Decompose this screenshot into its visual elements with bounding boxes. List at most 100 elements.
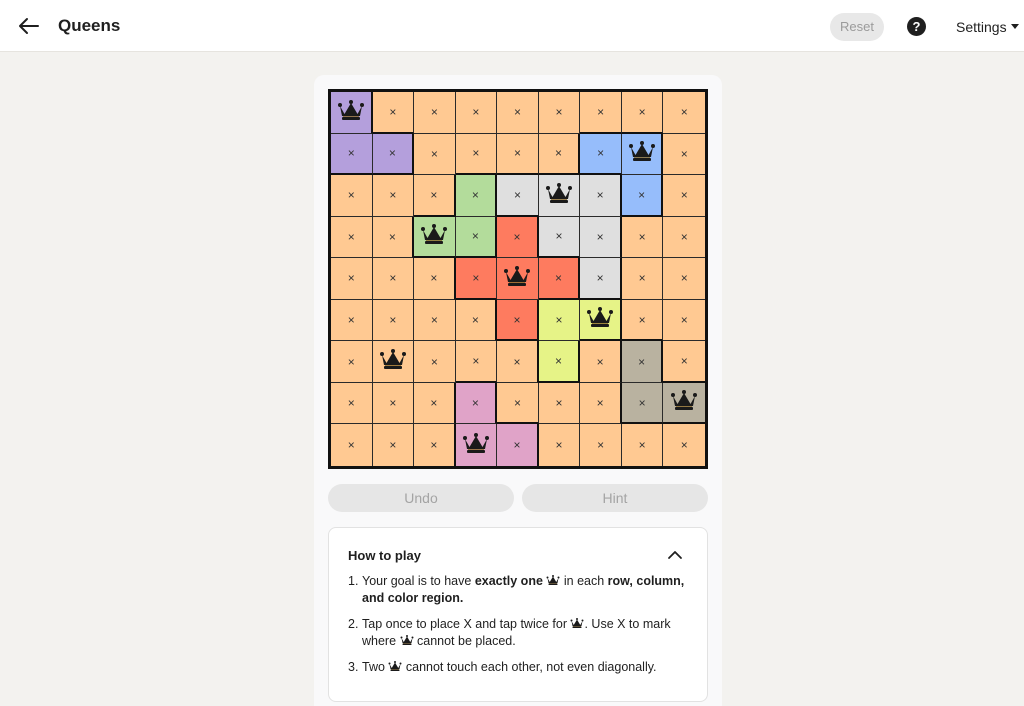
board-cell[interactable]: × [497,92,539,134]
x-mark: × [472,354,480,369]
board-cell[interactable]: × [497,299,539,342]
board-cell[interactable]: × [580,258,622,300]
board-cell[interactable]: × [455,216,498,259]
board-cell[interactable]: × [414,382,456,425]
board-cell[interactable] [621,133,664,176]
x-mark: × [555,396,563,411]
board-cell[interactable]: × [414,258,456,300]
board-cell[interactable]: × [372,299,415,342]
board-cell[interactable]: × [580,133,622,176]
board-cell[interactable] [331,92,373,134]
queen-icon [388,660,402,672]
board-cell[interactable]: × [580,341,622,383]
x-mark: × [430,438,438,453]
board-cell[interactable]: × [621,382,664,425]
board-cell[interactable]: × [621,341,664,383]
board-cell[interactable] [538,175,581,217]
board-cell[interactable]: × [414,175,456,217]
board-cell[interactable]: × [372,382,415,425]
board-cell[interactable]: × [372,133,415,176]
board-cell[interactable]: × [663,341,705,383]
board-cell[interactable]: × [497,382,539,425]
reset-button[interactable]: Reset [830,13,884,41]
board-cell[interactable]: × [455,299,498,342]
board-cell[interactable]: × [538,133,581,176]
board-cell[interactable]: × [497,216,539,259]
board-cell[interactable]: × [663,424,705,466]
board-cell[interactable]: × [663,258,705,300]
board-cell[interactable]: × [621,216,664,259]
board-cell[interactable]: × [331,133,373,176]
board-cell[interactable]: × [663,216,705,259]
board-cell[interactable]: × [621,424,664,466]
board-cell[interactable]: × [372,258,415,300]
x-mark: × [471,396,479,411]
board-cell[interactable] [455,424,498,466]
board-cell[interactable]: × [621,258,664,300]
board-cell[interactable]: × [331,258,373,300]
board-cell[interactable]: × [621,175,664,217]
board-cell[interactable]: × [331,175,373,217]
board-cell[interactable]: × [414,341,456,383]
board-cell[interactable] [497,258,539,300]
board-cell[interactable]: × [455,382,498,425]
x-mark: × [430,354,438,369]
board-cell[interactable]: × [538,341,581,383]
board-cell[interactable]: × [414,92,456,134]
board-cell[interactable]: × [580,175,622,217]
board-cell[interactable]: × [580,92,622,134]
board-cell[interactable]: × [663,133,705,176]
board-cell[interactable]: × [414,424,456,466]
chevron-down-icon[interactable] [1011,24,1019,29]
board-cell[interactable]: × [331,382,373,425]
board-cell[interactable]: × [538,424,581,466]
board-cell[interactable]: × [497,133,539,176]
chevron-up-icon[interactable] [667,547,683,563]
board-cell[interactable]: × [372,175,415,217]
x-mark: × [471,229,479,244]
board-cell[interactable]: × [538,216,581,259]
board-cell[interactable] [414,216,456,259]
board-cell[interactable]: × [497,424,539,466]
board-cell[interactable]: × [331,216,373,259]
board-cell[interactable]: × [455,258,498,300]
board-cell[interactable]: × [538,299,581,342]
board-cell[interactable]: × [455,341,498,383]
board-cell[interactable]: × [372,216,415,259]
hint-button[interactable]: Hint [522,484,708,512]
settings-menu[interactable]: Settings [956,19,1007,35]
board-cell[interactable]: × [663,175,705,217]
board-cell[interactable]: × [538,382,581,425]
board-cell[interactable]: × [580,216,622,259]
board-cell[interactable]: × [331,424,373,466]
board-cell[interactable]: × [414,299,456,342]
board-cell[interactable]: × [621,299,664,342]
board-cell[interactable]: × [497,341,539,383]
board-cell[interactable]: × [331,299,373,342]
board-cell[interactable]: × [372,424,415,466]
board-cell[interactable]: × [580,382,622,425]
board-cell[interactable] [372,341,415,383]
board-cell[interactable]: × [331,341,373,383]
queen-icon [337,98,365,127]
board-cell[interactable]: × [414,133,456,176]
board-cell[interactable]: × [455,133,498,176]
board-cell[interactable]: × [455,92,498,134]
board-cell[interactable]: × [497,175,539,217]
x-mark: × [680,271,688,286]
board-cell[interactable]: × [663,299,705,342]
board-cell[interactable]: × [663,92,705,134]
back-arrow-icon[interactable] [16,13,42,39]
board-cell[interactable]: × [621,92,664,134]
board-cell[interactable]: × [372,92,415,134]
board-cell[interactable]: × [455,175,498,217]
queen-icon [462,431,490,460]
x-mark: × [347,354,355,369]
board-cell[interactable] [580,299,622,342]
help-icon[interactable]: ? [907,17,926,36]
board-cell[interactable]: × [538,92,581,134]
board-cell[interactable]: × [538,258,581,300]
board-cell[interactable]: × [580,424,622,466]
undo-button[interactable]: Undo [328,484,514,512]
board-cell[interactable] [663,382,705,425]
